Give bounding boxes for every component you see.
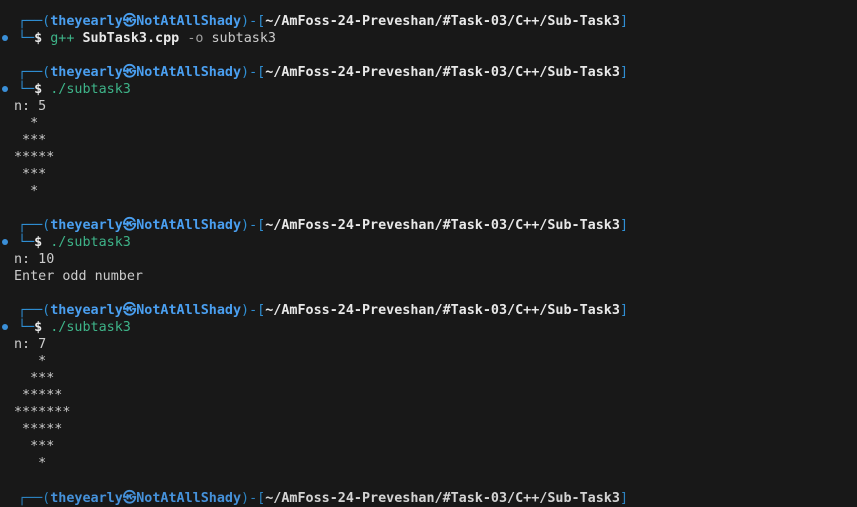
command-line: └─$ g++ SubTask3.cpp -o subtask3 <box>0 30 857 47</box>
command-line: └─$ ./subtask3 <box>0 81 857 98</box>
prompt-dollar: $ <box>34 31 43 46</box>
prompt-host: NotAtAllShady <box>136 491 242 506</box>
prompt-path: ~/AmFoss-24-Preveshan/#Task-03/C++/Sub-T… <box>265 65 620 80</box>
prompt-separator: )-[ <box>241 491 266 506</box>
command-arg-file: SubTask3.cpp <box>82 31 180 46</box>
prompt-dollar: $ <box>34 320 43 335</box>
prompt-box-top: ┌──( <box>18 14 51 29</box>
output-line: n: 5 <box>14 99 47 114</box>
prompt-host: NotAtAllShady <box>136 14 242 29</box>
prompt-separator: )-[ <box>241 218 266 233</box>
prompt-header: ┌──(theyearly㉿NotAtAllShady)-[~/AmFoss-2… <box>0 13 857 30</box>
kali-at-icon: ㉿ <box>122 491 137 506</box>
prompt-user: theyearly <box>50 65 123 80</box>
command-flag: -o <box>187 31 204 46</box>
prompt-host: NotAtAllShady <box>136 65 242 80</box>
prompt-user: theyearly <box>50 14 123 29</box>
kali-at-icon: ㉿ <box>122 14 137 29</box>
output-line: * <box>14 354 47 369</box>
prompt-header-cutoff: ┌──(theyearly㉿NotAtAllShady)-[~/AmFoss-2… <box>0 490 857 507</box>
prompt-close: ] <box>619 218 628 233</box>
prompt-path: ~/AmFoss-24-Preveshan/#Task-03/C++/Sub-T… <box>265 491 620 506</box>
output-line: ******* <box>14 405 71 420</box>
output-line: ***** <box>14 422 63 437</box>
output-line: * <box>14 456 47 471</box>
command-decoration-dot[interactable] <box>2 324 8 330</box>
prompt-box-bottom: └─ <box>18 82 35 97</box>
prompt-close: ] <box>619 65 628 80</box>
prompt-close: ] <box>619 491 628 506</box>
prompt-path: ~/AmFoss-24-Preveshan/#Task-03/C++/Sub-T… <box>265 14 620 29</box>
prompt-separator: )-[ <box>241 14 266 29</box>
prompt-host: NotAtAllShady <box>136 218 242 233</box>
prompt-host: NotAtAllShady <box>136 303 242 318</box>
prompt-path: ~/AmFoss-24-Preveshan/#Task-03/C++/Sub-T… <box>265 303 620 318</box>
output-line: * <box>14 116 39 131</box>
output-line: n: 7 <box>14 337 47 352</box>
kali-at-icon: ㉿ <box>122 303 137 318</box>
prompt-user: theyearly <box>50 218 123 233</box>
command-decoration-dot[interactable] <box>2 35 8 41</box>
prompt-dollar: $ <box>34 235 43 250</box>
command-decoration-dot[interactable] <box>2 239 8 245</box>
kali-at-icon: ㉿ <box>122 65 137 80</box>
prompt-header: ┌──(theyearly㉿NotAtAllShady)-[~/AmFoss-2… <box>0 302 857 319</box>
prompt-path: ~/AmFoss-24-Preveshan/#Task-03/C++/Sub-T… <box>265 218 620 233</box>
output-line: Enter odd number <box>14 269 143 284</box>
prompt-header: ┌──(theyearly㉿NotAtAllShady)-[~/AmFoss-2… <box>0 217 857 234</box>
output-line: *** <box>14 439 55 454</box>
command-name: ./subtask3 <box>50 320 131 335</box>
prompt-user: theyearly <box>50 491 123 506</box>
output-line: *** <box>14 133 47 148</box>
output-line: *** <box>14 371 55 386</box>
terminal-output[interactable]: ┌──(theyearly㉿NotAtAllShady)-[~/AmFoss-2… <box>0 13 857 472</box>
prompt-dollar: $ <box>34 82 43 97</box>
output-line: ***** <box>14 150 55 165</box>
prompt-box-top: ┌──( <box>18 303 51 318</box>
prompt-box-top: ┌──( <box>18 491 51 506</box>
prompt-separator: )-[ <box>241 65 266 80</box>
command-name: g++ <box>50 31 75 46</box>
prompt-separator: )-[ <box>241 303 266 318</box>
output-line: *** <box>14 167 47 182</box>
prompt-box-top: ┌──( <box>18 218 51 233</box>
command-name: ./subtask3 <box>50 235 131 250</box>
prompt-close: ] <box>619 303 628 318</box>
prompt-header: ┌──(theyearly㉿NotAtAllShady)-[~/AmFoss-2… <box>0 64 857 81</box>
prompt-box-bottom: └─ <box>18 320 35 335</box>
command-arg-output: subtask3 <box>211 31 277 46</box>
output-line: n: 10 <box>14 252 55 267</box>
prompt-box-bottom: └─ <box>18 31 35 46</box>
command-decoration-dot[interactable] <box>2 86 8 92</box>
prompt-box-bottom: └─ <box>18 235 35 250</box>
command-line: └─$ ./subtask3 <box>0 234 857 251</box>
prompt-close: ] <box>619 14 628 29</box>
command-name: ./subtask3 <box>50 82 131 97</box>
prompt-user: theyearly <box>50 303 123 318</box>
output-line: * <box>14 184 39 199</box>
command-line: └─$ ./subtask3 <box>0 319 857 336</box>
kali-at-icon: ㉿ <box>122 218 137 233</box>
output-line: ***** <box>14 388 63 403</box>
prompt-box-top: ┌──( <box>18 65 51 80</box>
